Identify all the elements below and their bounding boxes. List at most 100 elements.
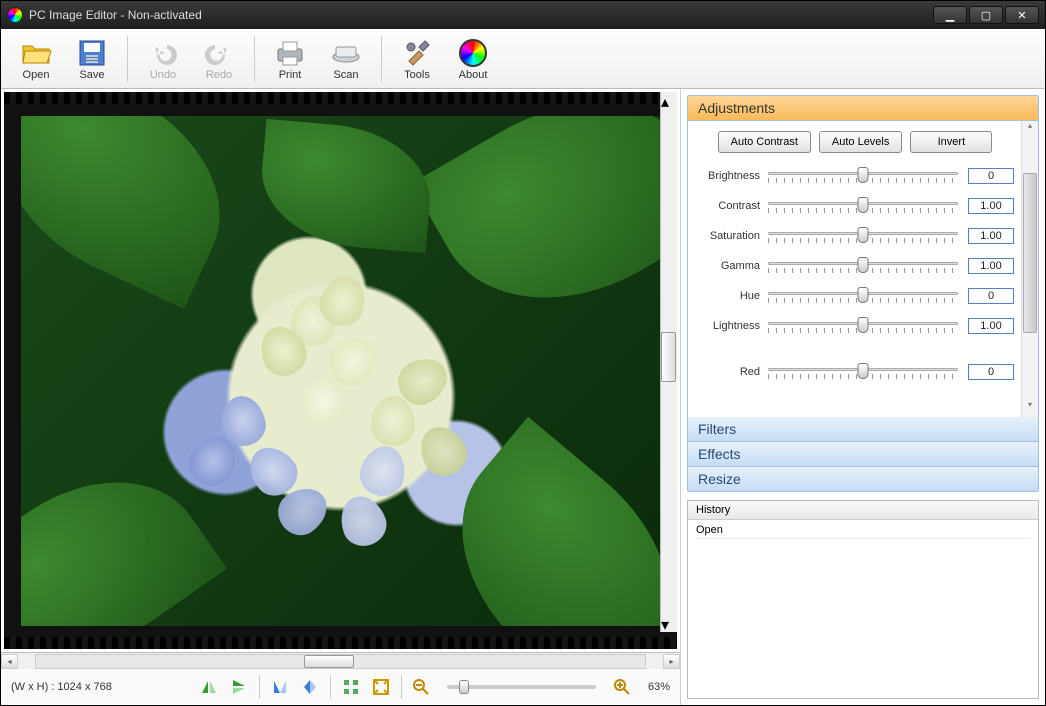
redo-button[interactable]: Redo bbox=[192, 35, 246, 83]
invert-button[interactable]: Invert bbox=[910, 131, 992, 153]
tools-icon bbox=[401, 37, 433, 69]
slider-row-brightness: Brightness 0 bbox=[696, 167, 1014, 185]
saturation-slider[interactable] bbox=[768, 227, 958, 245]
contrast-value: 1.00 bbox=[968, 198, 1014, 214]
zoom-slider-knob[interactable] bbox=[459, 680, 469, 694]
flip-vertical-icon[interactable] bbox=[229, 677, 249, 697]
contrast-slider-knob[interactable] bbox=[858, 197, 869, 213]
scan-button[interactable]: Scan bbox=[319, 35, 373, 83]
gamma-slider[interactable] bbox=[768, 257, 958, 275]
resize-header[interactable]: Resize bbox=[688, 467, 1038, 491]
slider-row-gamma: Gamma 1.00 bbox=[696, 257, 1014, 275]
history-list: Open bbox=[688, 520, 1038, 698]
flip-horizontal-icon[interactable] bbox=[200, 677, 220, 697]
adjustments-header[interactable]: Adjustments bbox=[688, 96, 1038, 121]
adjustments-body: Auto Contrast Auto Levels Invert Brightn… bbox=[688, 121, 1038, 417]
scroll-up-arrow[interactable]: ▴ bbox=[661, 92, 677, 109]
lightness-value: 1.00 bbox=[968, 318, 1014, 334]
app-window: PC Image Editor - Non-activated ▁ ▢ ✕ Op… bbox=[0, 0, 1046, 706]
canvas-container: ▴ ▾ bbox=[1, 89, 680, 652]
scroll-down-arrow[interactable]: ▾ bbox=[661, 615, 677, 632]
zoom-slider[interactable] bbox=[447, 685, 596, 689]
slider-row-saturation: Saturation 1.00 bbox=[696, 227, 1014, 245]
brightness-slider[interactable] bbox=[768, 167, 958, 185]
red-value: 0 bbox=[968, 364, 1014, 380]
scroll-left-arrow[interactable]: ◂ bbox=[1, 654, 18, 669]
undo-button[interactable]: Undo bbox=[136, 35, 190, 83]
slider-label: Lightness bbox=[696, 320, 768, 332]
tools-button[interactable]: Tools bbox=[390, 35, 444, 83]
zoom-percentage: 63% bbox=[648, 681, 670, 693]
slider-label: Contrast bbox=[696, 200, 768, 212]
actual-size-icon[interactable] bbox=[371, 677, 391, 697]
scanner-icon bbox=[330, 37, 362, 69]
slider-row-lightness: Lightness 1.00 bbox=[696, 317, 1014, 335]
rotate-right-icon[interactable] bbox=[300, 677, 320, 697]
effects-header[interactable]: Effects bbox=[688, 442, 1038, 467]
slider-label: Saturation bbox=[696, 230, 768, 242]
hue-slider[interactable] bbox=[768, 287, 958, 305]
print-button[interactable]: Print bbox=[263, 35, 317, 83]
title-bar: PC Image Editor - Non-activated ▁ ▢ ✕ bbox=[1, 1, 1045, 29]
window-title: PC Image Editor - Non-activated bbox=[29, 8, 202, 22]
minimize-button[interactable]: ▁ bbox=[933, 6, 967, 24]
status-bar: (W x H) : 1024 x 768 63% bbox=[1, 669, 680, 705]
image-content bbox=[21, 116, 661, 626]
history-item[interactable]: Open bbox=[696, 522, 1030, 539]
hue-value: 0 bbox=[968, 288, 1014, 304]
close-button[interactable]: ✕ bbox=[1005, 6, 1039, 24]
vertical-scroll-thumb[interactable] bbox=[661, 332, 676, 382]
slider-label: Brightness bbox=[696, 170, 768, 182]
adj-scroll-down[interactable]: ▾ bbox=[1022, 400, 1038, 417]
vertical-scrollbar[interactable]: ▴ ▾ bbox=[660, 92, 677, 632]
lightness-slider-knob[interactable] bbox=[858, 317, 869, 333]
horizontal-scrollbar[interactable]: ◂ ▸ bbox=[1, 652, 680, 669]
adjustments-accordion: Adjustments Auto Contrast Auto Levels In… bbox=[687, 95, 1039, 492]
auto-contrast-button[interactable]: Auto Contrast bbox=[718, 131, 811, 153]
folder-open-icon bbox=[20, 37, 52, 69]
adj-scroll-thumb[interactable] bbox=[1023, 173, 1037, 333]
gamma-slider-knob[interactable] bbox=[858, 257, 869, 273]
image-canvas[interactable] bbox=[4, 92, 677, 649]
about-button[interactable]: About bbox=[446, 35, 500, 83]
slider-row-contrast: Contrast 1.00 bbox=[696, 197, 1014, 215]
saturation-value: 1.00 bbox=[968, 228, 1014, 244]
zoom-in-icon[interactable] bbox=[612, 677, 632, 697]
history-title: History bbox=[688, 501, 1038, 520]
adj-scroll-up[interactable]: ▴ bbox=[1022, 121, 1038, 138]
fit-window-icon[interactable] bbox=[341, 677, 361, 697]
slider-row-red: Red 0 bbox=[696, 363, 1014, 381]
slider-label: Hue bbox=[696, 290, 768, 302]
scroll-right-arrow[interactable]: ▸ bbox=[663, 654, 680, 669]
open-button[interactable]: Open bbox=[9, 35, 63, 83]
rotate-left-icon[interactable] bbox=[270, 677, 290, 697]
left-pane: ▴ ▾ ◂ ▸ (W x H) : 1024 x 768 bbox=[1, 89, 681, 705]
redo-icon bbox=[203, 37, 235, 69]
floppy-disk-icon bbox=[76, 37, 108, 69]
red-slider-knob[interactable] bbox=[858, 363, 869, 379]
color-wheel-icon bbox=[457, 37, 489, 69]
maximize-button[interactable]: ▢ bbox=[969, 6, 1003, 24]
auto-levels-button[interactable]: Auto Levels bbox=[819, 131, 902, 153]
slider-label: Red bbox=[696, 366, 768, 378]
adjustments-scrollbar[interactable]: ▴ ▾ bbox=[1021, 121, 1038, 417]
zoom-out-icon[interactable] bbox=[412, 677, 432, 697]
red-slider[interactable] bbox=[768, 363, 958, 381]
contrast-slider[interactable] bbox=[768, 197, 958, 215]
history-panel: History Open bbox=[687, 500, 1039, 699]
printer-icon bbox=[274, 37, 306, 69]
gamma-value: 1.00 bbox=[968, 258, 1014, 274]
slider-label: Gamma bbox=[696, 260, 768, 272]
save-button[interactable]: Save bbox=[65, 35, 119, 83]
hue-slider-knob[interactable] bbox=[858, 287, 869, 303]
app-icon bbox=[7, 7, 23, 23]
filters-header[interactable]: Filters bbox=[688, 417, 1038, 442]
saturation-slider-knob[interactable] bbox=[858, 227, 869, 243]
main-toolbar: Open Save Undo Redo Print Scan Tools bbox=[1, 29, 1045, 89]
lightness-slider[interactable] bbox=[768, 317, 958, 335]
brightness-value: 0 bbox=[968, 168, 1014, 184]
horizontal-scroll-thumb[interactable] bbox=[304, 655, 354, 668]
slider-row-hue: Hue 0 bbox=[696, 287, 1014, 305]
main-area: ▴ ▾ ◂ ▸ (W x H) : 1024 x 768 bbox=[1, 89, 1045, 705]
brightness-slider-knob[interactable] bbox=[858, 167, 869, 183]
